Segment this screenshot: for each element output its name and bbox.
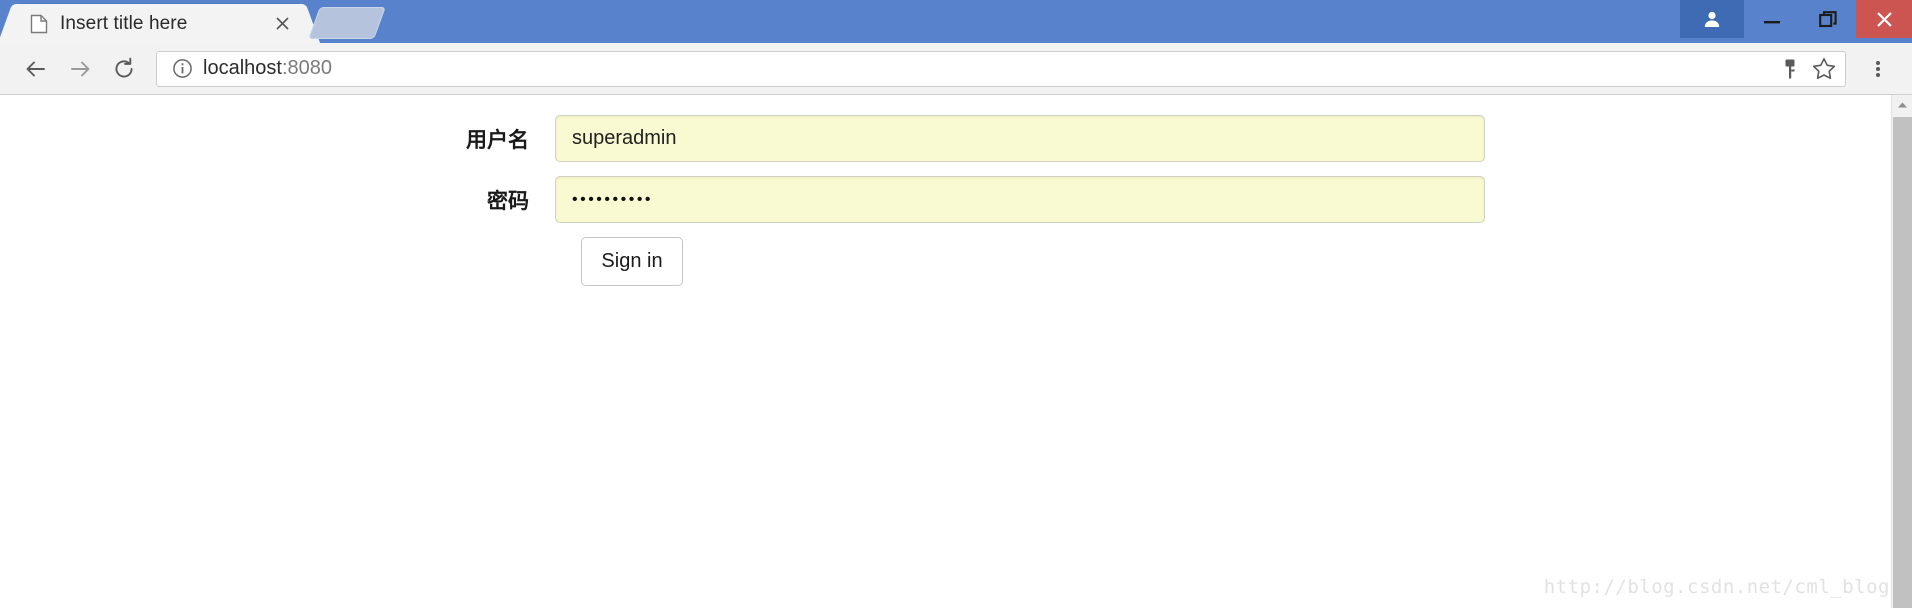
submit-row: Sign in: [0, 237, 1912, 286]
minimize-icon[interactable]: [1744, 0, 1800, 38]
scroll-up-arrow-icon[interactable]: [1892, 95, 1912, 115]
password-masked-value: ••••••••••: [572, 190, 654, 208]
browser-toolbar: localhost:8080: [0, 43, 1912, 95]
watermark-text: http://blog.csdn.net/cml_blog: [1543, 576, 1890, 598]
menu-dot: [1876, 72, 1880, 77]
browser-tab[interactable]: Insert title here: [14, 4, 304, 43]
new-tab-button[interactable]: [308, 7, 386, 39]
tab-title: Insert title here: [60, 12, 188, 34]
scrollbar-thumb[interactable]: [1893, 117, 1912, 608]
address-bar[interactable]: localhost:8080: [156, 50, 1846, 87]
url-text: localhost:8080: [203, 57, 1773, 80]
sign-in-button[interactable]: Sign in: [581, 237, 683, 286]
close-icon[interactable]: [270, 12, 294, 36]
username-row: 用户名 superadmin: [0, 115, 1912, 162]
back-arrow-icon[interactable]: [14, 47, 58, 91]
page-content: 用户名 superadmin 密码 •••••••••• Sign in htt…: [0, 95, 1912, 608]
submit-row-spacer: [0, 237, 581, 286]
url-host: localhost: [203, 57, 282, 79]
vertical-scrollbar[interactable]: [1891, 95, 1912, 608]
url-port: :8080: [281, 57, 332, 79]
browser-window: Insert title here localhost:8080 用户名 sup…: [0, 0, 1912, 609]
password-row: 密码 ••••••••••: [0, 176, 1912, 223]
user-avatar-icon[interactable]: [1680, 0, 1744, 38]
username-input[interactable]: superadmin: [555, 115, 1485, 162]
password-input[interactable]: ••••••••••: [555, 176, 1485, 223]
login-form: 用户名 superadmin 密码 •••••••••• Sign in: [0, 95, 1912, 286]
tab-strip: Insert title here: [0, 0, 1912, 43]
menu-dot: [1876, 60, 1880, 65]
username-label: 用户名: [466, 127, 529, 152]
window-close-icon[interactable]: [1856, 0, 1912, 38]
password-label: 密码: [487, 188, 529, 213]
reload-icon[interactable]: [102, 47, 146, 91]
window-controls: [1680, 0, 1912, 38]
info-circle-icon[interactable]: [169, 56, 195, 82]
page-icon: [30, 14, 48, 34]
three-dot-menu-icon[interactable]: [1858, 47, 1898, 91]
restore-icon[interactable]: [1800, 0, 1856, 38]
star-icon[interactable]: [1807, 54, 1841, 84]
key-icon[interactable]: [1773, 54, 1807, 84]
forward-arrow-icon[interactable]: [58, 47, 102, 91]
menu-dot: [1876, 66, 1880, 71]
